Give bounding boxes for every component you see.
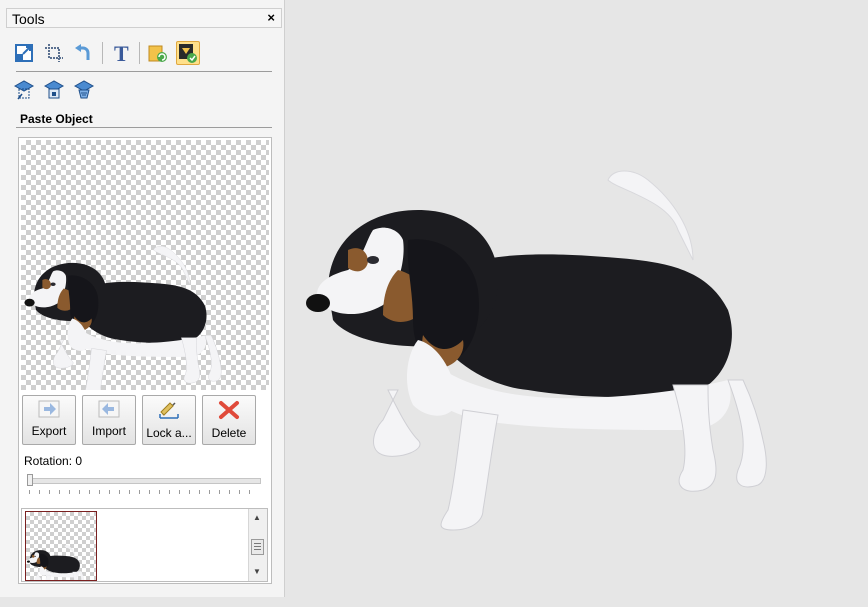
paste-image-icon[interactable] xyxy=(146,41,170,65)
delete-button[interactable]: Delete xyxy=(202,395,256,445)
tools-panel: Tools × T Paste Object Export Import Loc… xyxy=(0,0,285,597)
export-icon xyxy=(38,400,60,418)
image-canvas[interactable] xyxy=(288,0,868,604)
import-icon xyxy=(98,400,120,418)
export-label: Export xyxy=(31,424,67,438)
lock-aspect-button[interactable]: Lock a... xyxy=(142,395,196,445)
scroll-down-icon[interactable]: ▼ xyxy=(253,567,261,576)
object-tool-3-icon[interactable] xyxy=(72,78,96,102)
rotation-slider-track xyxy=(27,478,261,484)
panel-titlebar: Tools × xyxy=(6,8,282,28)
crop-icon[interactable] xyxy=(42,41,66,65)
scroll-up-icon[interactable]: ▲ xyxy=(253,513,261,522)
panel-title: Tools xyxy=(12,11,45,27)
close-icon[interactable]: × xyxy=(267,10,275,25)
resize-icon[interactable] xyxy=(12,41,36,65)
toolbar-separator xyxy=(139,42,140,64)
object-action-buttons: Export Import Lock a... Delete xyxy=(22,395,256,445)
object-thumbnail-list: ▲ ▼ xyxy=(21,508,268,582)
object-toolbar xyxy=(12,78,96,102)
rotation-slider-thumb[interactable] xyxy=(27,474,33,486)
main-toolbar: T xyxy=(12,41,200,65)
object-tool-1-icon[interactable] xyxy=(12,78,36,102)
text-icon[interactable]: T xyxy=(109,41,133,65)
dog-preview-image xyxy=(24,245,222,390)
rotation-readout: Rotation: 0 xyxy=(24,454,82,468)
toolbar-separator xyxy=(102,42,103,64)
rotation-slider-ticks xyxy=(29,490,259,494)
undo-icon[interactable] xyxy=(72,41,96,65)
rotation-value: 0 xyxy=(75,454,83,468)
lock-aspect-label: Lock a... xyxy=(146,426,192,440)
section-title: Paste Object xyxy=(20,112,93,126)
import-label: Import xyxy=(91,424,126,438)
delete-icon xyxy=(219,401,239,419)
object-thumbnail[interactable] xyxy=(25,511,97,581)
lock-aspect-icon xyxy=(159,402,179,419)
pasted-dog-object[interactable] xyxy=(288,0,868,604)
delete-label: Delete xyxy=(211,426,247,440)
rotation-slider[interactable] xyxy=(27,474,261,498)
toolbar-divider xyxy=(16,71,272,72)
svg-text:T: T xyxy=(114,43,129,63)
object-tool-2-icon[interactable] xyxy=(42,78,66,102)
object-preview-panel: Export Import Lock a... Delete Rotation:… xyxy=(18,137,272,584)
thumbnail-scrollbar[interactable]: ▲ ▼ xyxy=(248,509,267,581)
rotation-label: Rotation: xyxy=(24,454,73,468)
object-preview xyxy=(21,140,269,390)
paste-object-icon[interactable] xyxy=(176,41,200,65)
scrollbar-thumb[interactable] xyxy=(251,539,264,555)
dog-thumbnail-image xyxy=(26,545,85,580)
section-divider xyxy=(16,127,272,128)
export-button[interactable]: Export xyxy=(22,395,76,445)
import-button[interactable]: Import xyxy=(82,395,136,445)
